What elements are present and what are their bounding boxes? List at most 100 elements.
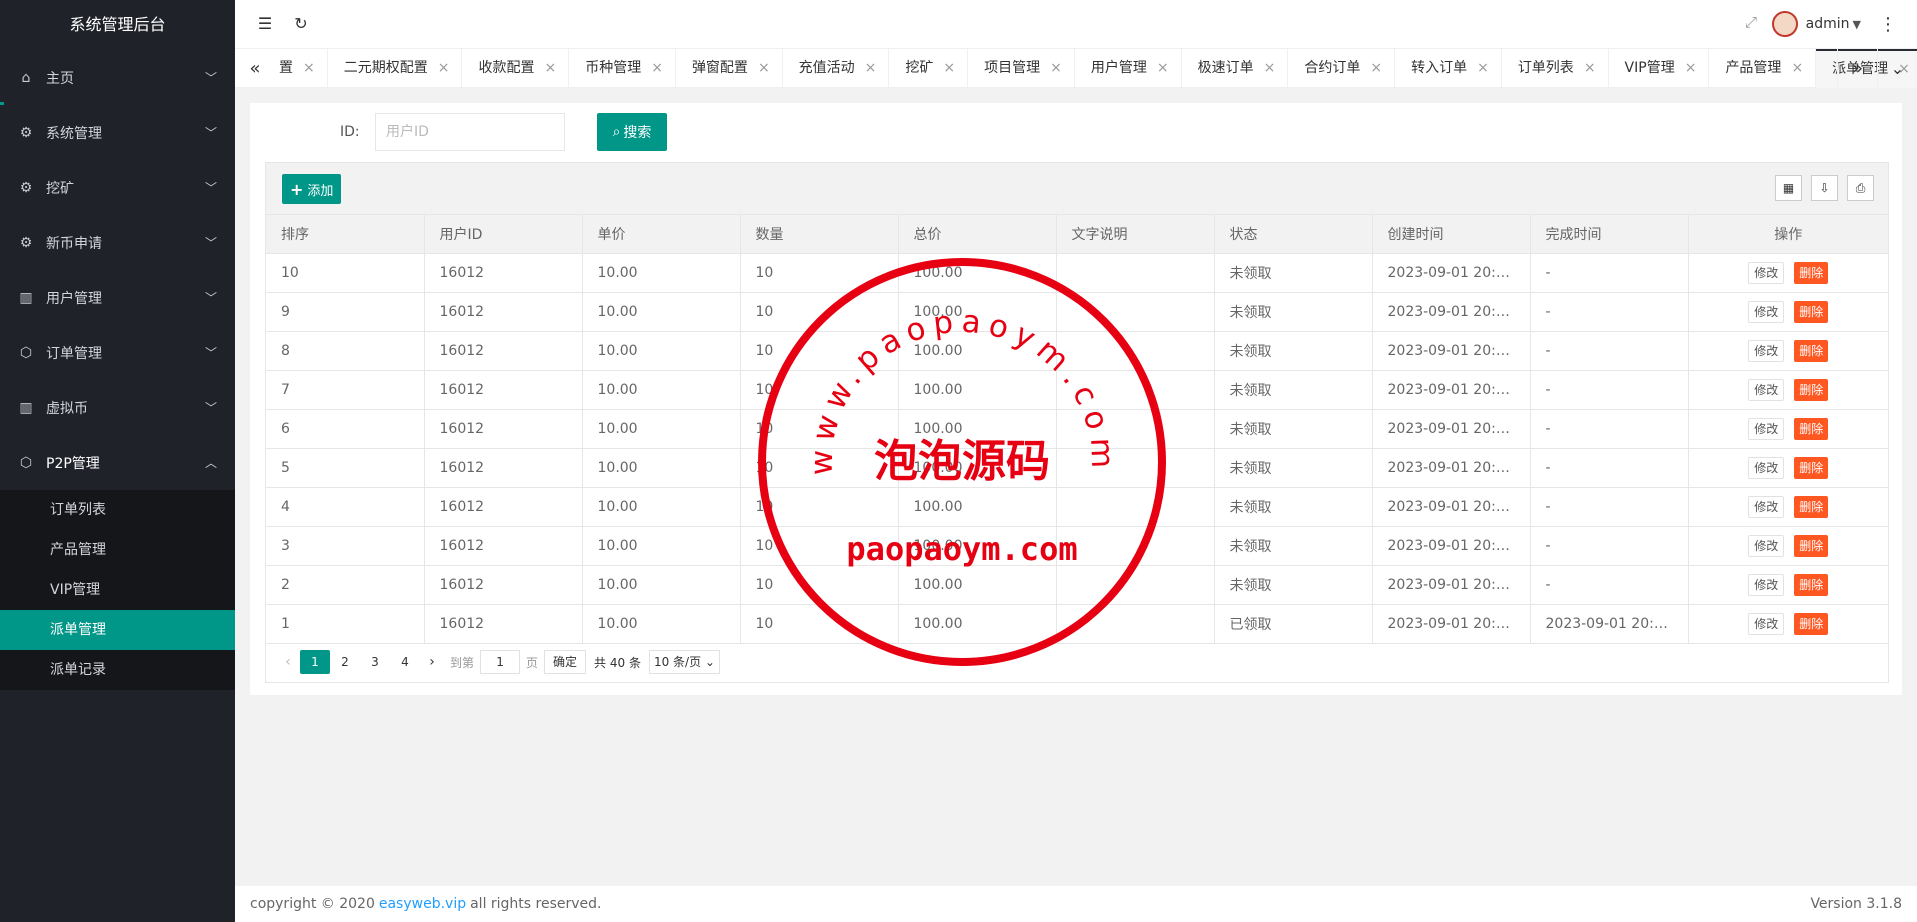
tab[interactable]: 极速订单 ×: [1182, 49, 1289, 88]
delete-button[interactable]: 删除: [1794, 339, 1829, 362]
next-page-icon[interactable]: ›: [420, 654, 444, 670]
table-cell: 2023-09-01 20:11...: [1372, 253, 1531, 293]
sidebar-item[interactable]: ⬡ 订单管理 ﹀: [0, 325, 235, 380]
edit-button[interactable]: 修改: [1748, 456, 1785, 479]
tab[interactable]: 弹窗配置 ×: [676, 49, 783, 88]
page-size-select[interactable]: 10 条/页 ⌄: [648, 650, 720, 674]
sidebar-item[interactable]: ⚙ 系统管理 ﹀: [0, 105, 235, 160]
tabs-scroll-right-icon[interactable]: »: [1837, 49, 1877, 88]
page-number[interactable]: 2: [330, 650, 360, 674]
edit-button[interactable]: 修改: [1748, 612, 1785, 635]
delete-button[interactable]: 删除: [1794, 495, 1829, 518]
table-cell: 1: [266, 604, 425, 644]
columns-filter-icon[interactable]: ▦: [1775, 175, 1802, 201]
export-icon[interactable]: ⇩: [1811, 175, 1838, 201]
submenu-item[interactable]: 派单管理: [0, 610, 235, 650]
tab[interactable]: 充值活动 ×: [783, 49, 890, 88]
caret-down-icon[interactable]: ▼: [1853, 18, 1861, 31]
tab[interactable]: 币种管理 ×: [569, 49, 676, 88]
close-icon[interactable]: ×: [544, 49, 556, 88]
tab[interactable]: VIP管理 ×: [1609, 49, 1710, 88]
close-icon[interactable]: ×: [943, 49, 955, 88]
delete-button[interactable]: 删除: [1794, 261, 1829, 284]
add-button[interactable]: + 添加: [282, 174, 342, 204]
footer-link[interactable]: easyweb.vip: [379, 896, 466, 912]
sidebar-item[interactable]: ⚙ 新币申请 ﹀: [0, 215, 235, 270]
tab[interactable]: 订单列表 ×: [1502, 49, 1609, 88]
tab[interactable]: 置 ×: [275, 49, 328, 88]
close-icon[interactable]: ×: [1370, 49, 1382, 88]
close-icon[interactable]: ×: [1477, 49, 1489, 88]
submenu-item[interactable]: VIP管理: [0, 570, 235, 610]
user-name[interactable]: admin: [1806, 16, 1850, 32]
submenu-item[interactable]: 订单列表: [0, 490, 235, 530]
close-icon[interactable]: ×: [438, 49, 450, 88]
page-number[interactable]: 1: [300, 650, 330, 674]
delete-button[interactable]: 删除: [1794, 300, 1829, 323]
search-button[interactable]: ⌕ 搜索: [597, 113, 667, 151]
edit-button[interactable]: 修改: [1748, 534, 1785, 557]
close-icon[interactable]: ×: [1157, 49, 1169, 88]
tab[interactable]: 合约订单 ×: [1288, 49, 1396, 88]
column-header: 排序: [266, 215, 425, 254]
sidebar-item[interactable]: ▥ 虚拟币 ﹀: [0, 380, 235, 435]
delete-button[interactable]: 删除: [1794, 456, 1829, 479]
edit-button[interactable]: 修改: [1748, 417, 1785, 440]
close-icon[interactable]: ×: [1264, 49, 1276, 88]
tab[interactable]: 用户管理 ×: [1075, 49, 1182, 88]
sidebar-item[interactable]: ⌂ 主页 ﹀: [0, 50, 235, 105]
sidebar-item[interactable]: ▥ 用户管理 ﹀: [0, 270, 235, 325]
tab[interactable]: 二元期权配置 ×: [328, 49, 463, 88]
close-icon[interactable]: ×: [1791, 49, 1803, 88]
delete-button[interactable]: 删除: [1794, 534, 1829, 557]
tab[interactable]: 项目管理 ×: [968, 49, 1075, 88]
close-icon[interactable]: ×: [758, 49, 770, 88]
table-cell: 未领取: [1214, 292, 1373, 332]
page-number[interactable]: 4: [390, 650, 420, 674]
tabs-scroll-left-icon[interactable]: «: [235, 49, 275, 88]
close-icon[interactable]: ×: [1685, 49, 1697, 88]
table-cell: 未领取: [1214, 565, 1373, 605]
table-cell: 10.00: [582, 409, 741, 449]
tab[interactable]: 产品管理 ×: [1709, 49, 1817, 88]
edit-button[interactable]: 修改: [1748, 378, 1785, 401]
delete-button[interactable]: 删除: [1794, 612, 1829, 635]
tab[interactable]: 收款配置 ×: [462, 49, 570, 88]
submenu-item[interactable]: 派单记录: [0, 650, 235, 690]
table-cell: 10: [740, 604, 899, 644]
edit-button[interactable]: 修改: [1748, 261, 1785, 284]
more-vertical-icon[interactable]: ⋮: [1879, 14, 1897, 35]
page-number[interactable]: 3: [360, 650, 390, 674]
table-cell: 16012: [424, 370, 583, 410]
submenu-item[interactable]: 产品管理: [0, 530, 235, 570]
delete-button[interactable]: 删除: [1794, 417, 1829, 440]
tab[interactable]: 转入订单 ×: [1395, 49, 1502, 88]
close-icon[interactable]: ×: [651, 49, 663, 88]
delete-button[interactable]: 删除: [1794, 573, 1829, 596]
tab-label: 合约订单: [1304, 60, 1361, 76]
table-row: 10 16012 10.00 10 100.00 未领取 2023-09-01 20:11.…: [266, 253, 1888, 293]
fullscreen-icon[interactable]: ⤢: [1745, 13, 1757, 31]
goto-page-input[interactable]: [480, 650, 521, 674]
print-icon[interactable]: ⎙: [1847, 175, 1874, 201]
edit-button[interactable]: 修改: [1748, 300, 1785, 323]
close-icon[interactable]: ×: [1584, 49, 1596, 88]
edit-button[interactable]: 修改: [1748, 339, 1785, 362]
sidebar: 系统管理后台 ⌂ 主页 ﹀ ⚙ 系统管理 ﹀ ⚙ 挖矿 ﹀ ⚙ 新币申请 ﹀ ▥ 用户管理 ﹀ ⬡ 订单管理 ﹀ ▥…: [0, 0, 235, 922]
delete-button[interactable]: 删除: [1794, 378, 1829, 401]
close-icon[interactable]: ×: [865, 49, 877, 88]
close-icon[interactable]: ×: [303, 49, 315, 88]
user-id-input[interactable]: [375, 113, 565, 151]
sidebar-item[interactable]: ⚙ 挖矿 ﹀: [0, 160, 235, 215]
edit-button[interactable]: 修改: [1748, 495, 1785, 518]
tabs-dropdown-icon[interactable]: ⌄: [1877, 49, 1917, 88]
prev-page-icon[interactable]: ‹: [276, 654, 300, 670]
tab[interactable]: 挖矿 ×: [889, 49, 969, 88]
sidebar-item[interactable]: ⬡ P2P管理 ︿: [0, 435, 235, 490]
edit-button[interactable]: 修改: [1748, 573, 1785, 596]
refresh-icon[interactable]: ↻: [289, 12, 313, 36]
menu-collapse-icon[interactable]: ☰: [253, 12, 277, 36]
close-icon[interactable]: ×: [1050, 49, 1062, 88]
avatar[interactable]: [1771, 11, 1798, 37]
goto-confirm-button[interactable]: 确定: [544, 650, 587, 674]
